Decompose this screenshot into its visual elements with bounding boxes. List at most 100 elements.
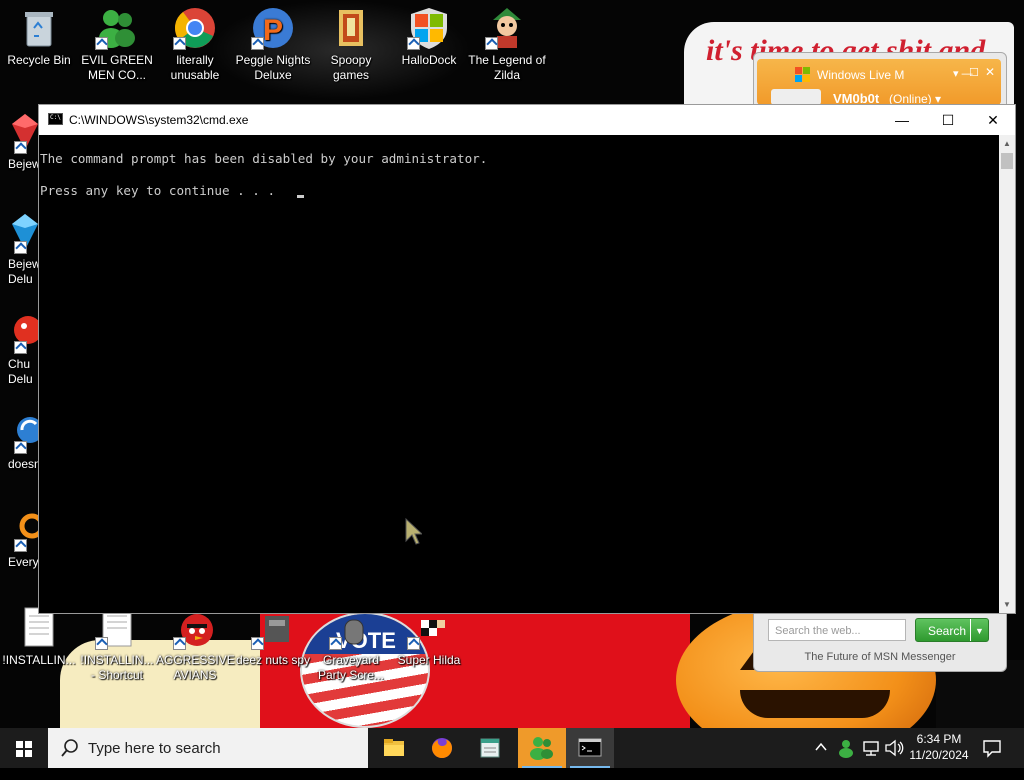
desktop-icon-label: Super Hilda: [397, 653, 461, 667]
desktop-icon-bejeweled-2[interactable]: Bejew Delu: [0, 210, 41, 287]
minimize-button[interactable]: —: [879, 105, 925, 135]
close-button[interactable]: ✕: [970, 105, 1016, 135]
desktop-icon-bejeweled-1[interactable]: Bejew Delu: [0, 110, 40, 172]
folder-icon: [329, 6, 373, 50]
desktop-icon-label: Bejew Delu: [8, 257, 41, 286]
text-cursor: [297, 195, 304, 198]
chuzzle-icon: [10, 310, 42, 354]
clock-time: 6:34 PM: [916, 732, 962, 746]
desktop-icon-label: !INSTALLIN...: [2, 653, 76, 667]
console-line: Press any key to continue . . .: [40, 183, 276, 198]
clock-date: 11/20/2024: [909, 748, 969, 762]
desktop-icon-label: AGGRESSIVE AVIANS: [156, 653, 235, 682]
shortcut-arrow-icon: [173, 37, 186, 50]
taskbar-file-explorer[interactable]: [370, 728, 418, 768]
scroll-thumb[interactable]: [1001, 153, 1013, 169]
msn-avatar[interactable]: [771, 89, 821, 105]
console-output[interactable]: The command prompt has been disabled by …: [39, 135, 999, 613]
character-icon: [485, 6, 529, 50]
taskbar-search-box[interactable]: Type here to search: [48, 728, 368, 768]
desktop-icon-label: Every: [8, 555, 39, 569]
cmd-window[interactable]: C:\WINDOWS\system32\cmd.exe — ☐ ✕ The co…: [38, 104, 1016, 614]
msn-footer-text[interactable]: The Future of MSN Messenger: [754, 651, 1006, 663]
shortcut-arrow-icon: [14, 441, 27, 454]
desktop-icon-installing-shortcut[interactable]: !INSTALLIN... - Shortcut: [78, 606, 156, 683]
desktop-icon-doesn[interactable]: doesn: [0, 410, 43, 472]
desktop-icon-every[interactable]: Every: [0, 508, 45, 570]
shortcut-arrow-icon: [329, 637, 342, 650]
desktop-icon-label: Peggle Nights Deluxe: [235, 53, 311, 82]
maximize-button[interactable]: ☐: [925, 105, 971, 135]
peggle-icon: P: [251, 6, 295, 50]
msn-maximize-button[interactable]: ☐: [969, 66, 979, 79]
shortcut-arrow-icon: [485, 37, 498, 50]
desktop-icon-label: Recycle Bin: [7, 53, 71, 67]
desktop-icon-chuzzle[interactable]: Chu Delu: [0, 310, 42, 387]
taskbar-notepad[interactable]: [466, 728, 514, 768]
network-icon[interactable]: [862, 739, 880, 779]
msn-close-button[interactable]: ✕: [985, 65, 995, 79]
shortcut-arrow-icon: [173, 637, 186, 650]
desktop-icon-deez-nuts-spy[interactable]: deez nuts spy: [234, 606, 312, 668]
desktop-icon-legend-of-zilda[interactable]: The Legend of Zilda: [468, 6, 546, 83]
chevron-down-icon[interactable]: ▼: [970, 619, 988, 641]
desktop-icon-literally-unusable[interactable]: literally unusable: [156, 6, 234, 83]
shortcut-arrow-icon: [14, 141, 27, 154]
desktop-icon-graveyard-party[interactable]: Graveyard Party Scre...: [312, 606, 390, 683]
desktop-icon-peggle-nights[interactable]: P Peggle Nights Deluxe: [234, 6, 312, 83]
show-hidden-icons-chevron-up-icon[interactable]: [814, 740, 828, 780]
gem-icon: [10, 210, 40, 254]
desktop-icon-recycle-bin[interactable]: Recycle Bin: [0, 6, 78, 68]
shortcut-arrow-icon: [95, 637, 108, 650]
svg-text:P: P: [263, 14, 283, 47]
mouse-pointer-icon: [404, 517, 424, 548]
cmd-title-text: C:\WINDOWS\system32\cmd.exe: [69, 113, 249, 127]
scroll-down-arrow-icon[interactable]: ▼: [1003, 600, 1011, 609]
msn-search-button-label: Search: [928, 624, 967, 638]
firefox-icon: [432, 738, 452, 758]
windows-logo-icon: [16, 741, 32, 757]
search-placeholder: Type here to search: [88, 740, 221, 757]
msn-tray-icon[interactable]: [836, 738, 856, 778]
taskbar-cmd[interactable]: [566, 728, 614, 768]
start-button[interactable]: [0, 728, 48, 768]
desktop-icon-label: Bejew Delu: [8, 157, 38, 171]
blue-app-icon: [10, 410, 43, 454]
msn-title-bar[interactable]: Windows Live M ▾ — ☐ ✕ VM0b0t (Online) ▾: [757, 59, 1001, 106]
desktop-icon-hallodock[interactable]: HalloDock: [390, 6, 468, 68]
desktop-icon-spoopy-games[interactable]: Spoopy games: [312, 6, 390, 83]
recycle-bin-icon: [17, 6, 61, 50]
desktop-icon-label: !INSTALLIN... - Shortcut: [80, 653, 154, 682]
msn-search-input[interactable]: Search the web...: [768, 619, 906, 641]
taskbar-msn-messenger[interactable]: [518, 728, 566, 768]
shortcut-arrow-icon: [95, 37, 108, 50]
desktop-icon-label: HalloDock: [401, 53, 457, 67]
taskbar: Type here to search 6:34 PM 11/20/2024: [0, 728, 1024, 768]
desktop-icon-label: doesn: [8, 457, 41, 471]
desktop-icon-label: literally unusable: [170, 53, 220, 82]
desktop-icon-evil-green-men[interactable]: EVIL GREEN MEN CO...: [78, 6, 156, 83]
windows-shield-icon: [407, 6, 451, 50]
msn-people-icon: [530, 737, 553, 760]
desktop-icon-label: Graveyard Party Scre...: [317, 653, 385, 682]
vertical-scrollbar[interactable]: ▲ ▼: [999, 135, 1015, 613]
windows-live-icon: [795, 67, 811, 83]
taskbar-firefox[interactable]: [418, 728, 466, 768]
volume-icon[interactable]: [884, 739, 904, 779]
msn-search-button[interactable]: Search ▼: [915, 618, 989, 642]
desktop-icon-installing[interactable]: !INSTALLIN...: [0, 606, 78, 668]
search-icon: [60, 738, 80, 763]
notepad-icon: [480, 738, 500, 758]
desktop-icon-super-hilda[interactable]: Super Hilda: [390, 606, 468, 668]
shortcut-arrow-icon: [14, 241, 27, 254]
scroll-up-arrow-icon[interactable]: ▲: [1003, 139, 1011, 148]
chrome-icon: [173, 6, 217, 50]
shortcut-arrow-icon: [14, 341, 27, 354]
taskbar-clock[interactable]: 6:34 PM 11/20/2024: [908, 731, 970, 763]
notifications-icon[interactable]: [982, 738, 1002, 778]
folder-icon: [384, 739, 404, 756]
desktop-icon-aggressive-avians[interactable]: AGGRESSIVE AVIANS: [156, 606, 235, 683]
cmd-title-bar[interactable]: C:\WINDOWS\system32\cmd.exe — ☐ ✕: [39, 105, 1015, 135]
desktop-icon-label: The Legend of Zilda: [468, 53, 546, 82]
shortcut-arrow-icon: [407, 637, 420, 650]
